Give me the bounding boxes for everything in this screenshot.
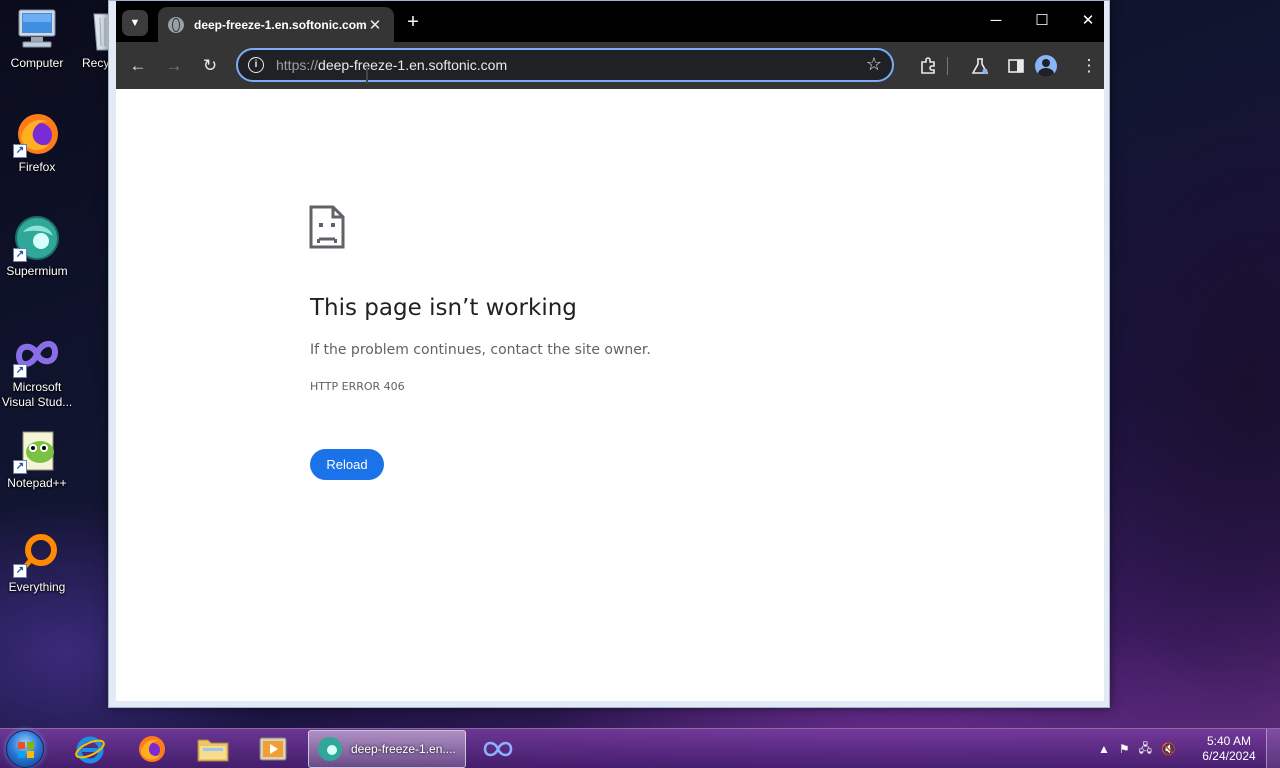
firefox-icon [139, 736, 165, 762]
clock-date: 6/24/2024 [1202, 749, 1256, 763]
back-button[interactable]: ← [124, 52, 152, 80]
shortcut-arrow-icon: ↗ [13, 248, 27, 262]
toolbar-separator [947, 57, 948, 75]
address-bar[interactable]: i https://deep-freeze-1.en.softonic.com … [236, 48, 894, 82]
taskbar-file-explorer[interactable] [185, 731, 241, 767]
site-info-icon[interactable]: i [248, 57, 264, 73]
close-window-button[interactable]: ✕ [1065, 7, 1111, 35]
media-player-icon [259, 737, 287, 761]
taskbar-clock[interactable]: 5:40 AM 6/24/2024 [1194, 734, 1264, 764]
clock-time: 5:40 AM [1206, 734, 1252, 748]
error-title: This page isn’t working [310, 295, 577, 321]
shortcut-arrow-icon: ↗ [13, 460, 27, 474]
desktop-icon-computer[interactable]: Computer [0, 6, 74, 71]
error-description: If the problem continues, contact the si… [310, 342, 651, 358]
shortcut-arrow-icon: ↗ [13, 564, 27, 578]
visual-studio-icon: ↗ [13, 330, 61, 378]
shortcut-arrow-icon: ↗ [13, 144, 27, 158]
desktop-icon-notepad-plus-plus[interactable]: ↗ Notepad++ [0, 426, 74, 491]
desktop-icon-firefox[interactable]: ↗ Firefox [0, 110, 74, 175]
page-content: This page isn’t working If the problem c… [116, 89, 1104, 701]
sad-page-icon [309, 205, 345, 249]
desktop-icon-supermium[interactable]: ↗ Supermium [0, 214, 74, 279]
desktop-icon-label: Computer [10, 56, 64, 70]
error-code: HTTP ERROR 406 [310, 380, 405, 393]
side-panel-icon[interactable] [1002, 52, 1030, 80]
tab-strip: ▼ deep-freeze-1.en.softonic.com ✕ + ─ ☐ … [116, 1, 1104, 42]
visual-studio-icon [483, 741, 513, 757]
close-tab-icon[interactable]: ✕ [366, 16, 384, 34]
desktop-icon-label: Firefox [18, 160, 56, 174]
taskbar-visual-studio[interactable] [470, 731, 526, 767]
everything-search-icon: ↗ [13, 530, 61, 578]
url-host: deep-freeze-1.en.softonic.com [318, 57, 508, 73]
forward-button[interactable]: → [160, 52, 188, 80]
new-tab-button[interactable]: + [400, 10, 426, 36]
show-desktop-button[interactable] [1266, 729, 1280, 768]
desktop-icon-label: Notepad++ [7, 476, 67, 490]
bookmark-star-icon[interactable]: ☆ [866, 54, 882, 75]
taskbar-firefox[interactable] [124, 731, 180, 767]
internet-explorer-icon [75, 736, 105, 764]
action-center-flag-icon[interactable]: ⚑ [1119, 742, 1130, 756]
reload-toolbar-button[interactable]: ↻ [196, 52, 224, 80]
notepad-plus-plus-icon: ↗ [13, 426, 61, 474]
labs-flask-icon[interactable] [966, 52, 994, 80]
tab-title: deep-freeze-1.en.softonic.com [194, 17, 366, 32]
taskbar-supermium-active[interactable]: deep-freeze-1.en.... [308, 730, 466, 768]
extensions-icon[interactable] [914, 52, 942, 80]
taskbar: deep-freeze-1.en.... ▲ ⚑ 🖧 🔇 5:40 AM 6/2… [0, 728, 1280, 768]
menu-kebab-icon[interactable]: ⋮ [1075, 52, 1103, 80]
network-icon[interactable]: 🖧 [1139, 739, 1152, 760]
taskbar-media-player[interactable] [245, 731, 301, 767]
supermium-icon [318, 737, 342, 761]
system-tray: ▲ ⚑ 🖧 🔇 [1098, 729, 1185, 768]
profile-avatar-icon[interactable] [1035, 55, 1057, 77]
volume-muted-icon[interactable]: 🔇 [1161, 742, 1176, 756]
windows-logo-icon [18, 742, 34, 758]
url-scheme: https:// [276, 57, 319, 73]
taskbar-window-label: deep-freeze-1.en.... [351, 742, 456, 756]
desktop-icon-visual-studio[interactable]: ↗ Microsoft Visual Stud... [0, 330, 74, 410]
address-url[interactable]: https://deep-freeze-1.en.softonic.com [276, 57, 507, 73]
start-button[interactable] [6, 730, 44, 768]
folder-icon [197, 739, 229, 762]
globe-icon [168, 16, 184, 33]
recycle-bin-icon [86, 6, 108, 54]
reload-button[interactable]: Reload [310, 449, 384, 480]
desktop-icon-label: Supermium [6, 264, 68, 278]
chevron-down-icon: ▼ [129, 17, 141, 29]
browser-frame: ▼ deep-freeze-1.en.softonic.com ✕ + ─ ☐ … [116, 1, 1104, 89]
desktop-icon-everything[interactable]: ↗ Everything [0, 530, 74, 595]
browser-window: ▼ deep-freeze-1.en.softonic.com ✕ + ─ ☐ … [108, 0, 1110, 708]
desktop-icon-label: Microsoft Visual Stud... [1, 380, 73, 409]
browser-toolbar: ← → ↻ i https://deep-freeze-1.en.softoni… [116, 42, 1104, 89]
taskbar-internet-explorer[interactable] [62, 731, 118, 767]
maximize-button[interactable]: ☐ [1019, 7, 1065, 35]
tab-search-button[interactable]: ▼ [122, 10, 148, 36]
desktop-icon-label: Recy [82, 56, 108, 70]
text-cursor-icon [366, 66, 368, 84]
show-hidden-icons-icon[interactable]: ▲ [1098, 742, 1110, 756]
firefox-icon: ↗ [13, 110, 61, 158]
supermium-icon: ↗ [13, 214, 61, 262]
computer-icon [13, 6, 61, 54]
minimize-button[interactable]: ─ [973, 7, 1019, 35]
tab-active[interactable]: deep-freeze-1.en.softonic.com ✕ [158, 7, 394, 42]
desktop-icon-recycle-bin[interactable]: Recy [74, 6, 108, 71]
desktop-icon-label: Everything [8, 580, 66, 594]
shortcut-arrow-icon: ↗ [13, 364, 27, 378]
